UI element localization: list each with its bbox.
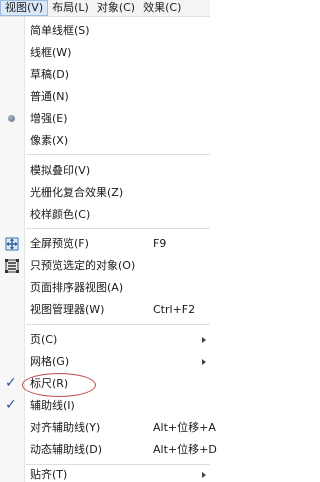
menu-separator [26,324,210,325]
menu-item-label: 对齐辅助线(Y) [30,421,101,434]
menu-separator [26,154,210,155]
menu-item-label: 只预览选定的对象(O) [30,259,136,272]
menu-item-view-manager[interactable]: 视图管理器(W) Ctrl+F2 [0,299,210,321]
menu-item-label: 辅助线(I) [30,399,75,412]
menu-item-label: 视图管理器(W) [30,303,105,316]
checkmark-icon: ✓ [5,375,17,391]
menu-separator [26,464,210,465]
menu-item-snap-to[interactable]: 贴齐(T) [0,467,210,482]
menu-item-label: 普通(N) [30,90,69,103]
menu-item-label: 线框(W) [30,46,72,59]
menu-item-label: 页面排序器视图(A) [30,281,124,294]
menu-item-page-sorter-view[interactable]: 页面排序器视图(A) [0,277,210,299]
menu-item-dynamic-guides[interactable]: 动态辅助线(D) Alt+位移+D [0,439,217,461]
menu-item-pixels[interactable]: 像素(X) [0,130,210,152]
menu-item-rulers[interactable]: ✓ 标尺(R) [0,373,210,397]
menu-object[interactable]: 对象(C) [93,0,139,16]
checkmark-icon: ✓ [5,397,17,413]
menu-item-simple-wireframe[interactable]: 简单线框(S) [0,20,210,42]
menu-item-label: 光栅化复合效果(Z) [30,186,124,199]
menu-item-label: 模拟叠印(V) [30,164,91,177]
menu-item-label: 页(C) [30,333,58,346]
menu-item-label: 网格(G) [30,355,70,368]
view-dropdown-menu: 简单线框(S) 线框(W) 草稿(D) 普通(N) 增强(E) 像素(X) 模拟… [0,17,217,482]
menu-item-shortcut: Alt+位移+A [153,421,216,434]
menu-item-label: 校样颜色(C) [30,208,91,221]
submenu-arrow-icon [202,359,206,365]
menu-effects[interactable]: 效果(C) [139,0,185,16]
menu-item-label: 动态辅助线(D) [30,443,103,456]
radio-dot-icon [8,115,15,122]
menu-item-label: 增强(E) [30,112,68,125]
preview-selected-icon [5,259,19,273]
menu-item-grid[interactable]: 网格(G) [0,351,210,373]
menu-item-label: 草稿(D) [30,68,70,81]
menu-bar: 视图(V) 布局(L) 对象(C) 效果(C) [0,0,210,17]
submenu-arrow-icon [202,472,206,478]
menu-separator [26,228,210,229]
menu-item-fullscreen-preview[interactable]: 全屏预览(F) F9 [0,233,210,255]
menu-item-label: 标尺(R) [30,377,69,390]
menu-item-shortcut: Ctrl+F2 [153,303,196,316]
menu-item-label: 简单线框(S) [30,24,90,37]
menu-item-wireframe[interactable]: 线框(W) [0,42,210,64]
menu-item-guidelines[interactable]: ✓ 辅助线(I) [0,395,210,417]
menu-layout[interactable]: 布局(L) [48,0,93,16]
menu-item-normal[interactable]: 普通(N) [0,86,210,108]
menu-item-shortcut: F9 [153,237,167,250]
menu-item-page[interactable]: 页(C) [0,329,210,351]
menu-item-rasterize-composite[interactable]: 光栅化复合效果(Z) [0,182,210,204]
menu-item-draft[interactable]: 草稿(D) [0,64,210,86]
menu-item-label: 全屏预览(F) [30,237,89,250]
menu-item-shortcut: Alt+位移+D [153,443,217,456]
menu-item-preview-selected-only[interactable]: 只预览选定的对象(O) [0,255,210,277]
submenu-arrow-icon [202,337,206,343]
menu-item-label: 像素(X) [30,134,69,147]
menu-view[interactable]: 视图(V) [0,0,49,16]
menu-item-simulate-overprint[interactable]: 模拟叠印(V) [0,160,210,182]
menu-item-proof-colors[interactable]: 校样颜色(C) [0,204,210,226]
fullscreen-preview-icon [5,237,19,251]
menu-item-enhanced[interactable]: 增强(E) [0,108,210,130]
menu-item-alignment-guides[interactable]: 对齐辅助线(Y) Alt+位移+A [0,417,216,439]
menu-item-label: 贴齐(T) [30,468,68,481]
